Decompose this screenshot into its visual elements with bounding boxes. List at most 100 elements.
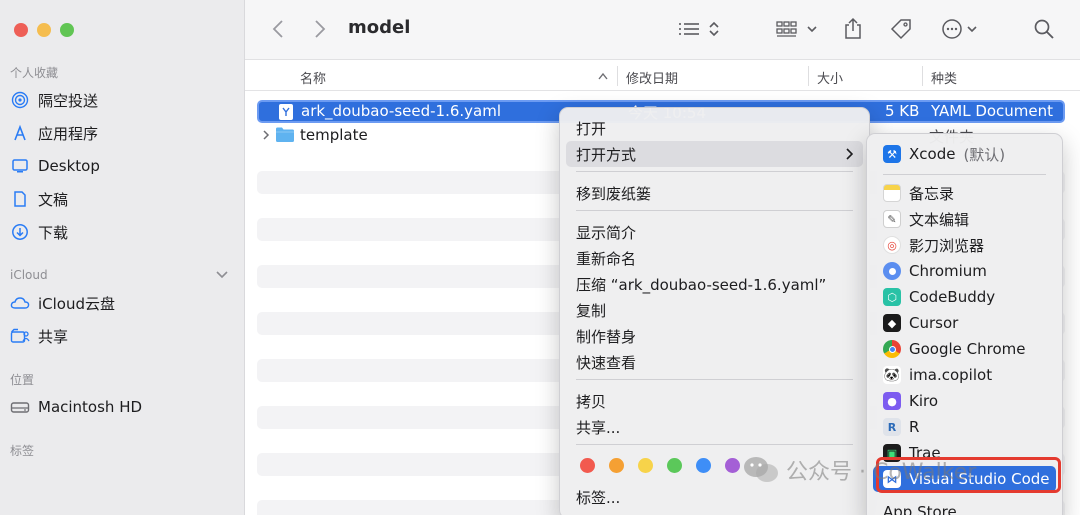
tag-color-blue[interactable] bbox=[696, 458, 711, 473]
forward-button[interactable] bbox=[307, 14, 333, 44]
folder-icon bbox=[276, 127, 294, 142]
submenu-item-app-store[interactable]: App Store... bbox=[873, 499, 1056, 515]
file-name: template bbox=[300, 126, 368, 144]
tag-color-yellow[interactable] bbox=[638, 458, 653, 473]
close-window-button[interactable] bbox=[14, 23, 28, 37]
submenu-item-kiro[interactable]: ● Kiro bbox=[873, 388, 1056, 414]
context-menu: 打开 打开方式 移到废纸篓 显示简介 重新命名 压缩 “ark_doubao-s… bbox=[559, 107, 870, 515]
menu-item-duplicate[interactable]: 复制 bbox=[566, 297, 863, 323]
toolbar: model bbox=[245, 0, 1080, 60]
app-name: 文本编辑 bbox=[909, 210, 970, 229]
column-kind[interactable]: 种类 bbox=[931, 68, 957, 87]
submenu-item-chromium[interactable]: Chromium bbox=[873, 258, 1056, 284]
column-name[interactable]: 名称 bbox=[300, 68, 326, 87]
submenu-item-yingdao-browser[interactable]: ◎ 影刀浏览器 bbox=[873, 232, 1056, 258]
column-size[interactable]: 大小 bbox=[817, 68, 843, 87]
submenu-item-textedit[interactable]: ✎ 文本编辑 bbox=[873, 206, 1056, 232]
menu-item-quick-look[interactable]: 快速查看 bbox=[566, 349, 863, 375]
tag-color-purple[interactable] bbox=[725, 458, 740, 473]
downloads-icon bbox=[10, 222, 30, 242]
sidebar-item-documents[interactable]: 文稿 bbox=[10, 186, 68, 212]
app-name: ima.copilot bbox=[909, 366, 993, 384]
r-icon: R bbox=[883, 418, 901, 436]
sidebar-item-label: 隔空投送 bbox=[38, 91, 99, 110]
icloud-icon bbox=[10, 293, 30, 313]
chevron-right-icon bbox=[846, 148, 853, 160]
menu-item-compress[interactable]: 压缩 “ark_doubao-seed-1.6.yaml” bbox=[566, 271, 863, 297]
menu-item-make-alias[interactable]: 制作替身 bbox=[566, 323, 863, 349]
tag-color-green[interactable] bbox=[667, 458, 682, 473]
sidebar-item-desktop[interactable]: Desktop bbox=[10, 153, 100, 179]
codebuddy-icon: ⬡ bbox=[883, 288, 901, 306]
submenu-item-notes[interactable]: 备忘录 bbox=[873, 180, 1056, 206]
view-options-button[interactable] bbox=[677, 14, 723, 44]
sidebar-item-icloud-drive[interactable]: iCloud云盘 bbox=[10, 290, 115, 316]
sidebar-item-label: 文稿 bbox=[38, 190, 69, 209]
search-button[interactable] bbox=[1031, 14, 1057, 44]
app-name: 备忘录 bbox=[909, 184, 955, 203]
chevron-down-icon[interactable] bbox=[214, 266, 230, 282]
menu-item-get-info[interactable]: 显示简介 bbox=[566, 219, 863, 245]
submenu-item-ima-copilot[interactable]: 🐼 ima.copilot bbox=[873, 362, 1056, 388]
tag-color-orange[interactable] bbox=[609, 458, 624, 473]
tag-icon bbox=[890, 19, 911, 40]
menu-item-rename[interactable]: 重新命名 bbox=[566, 245, 863, 271]
sidebar-item-label: Macintosh HD bbox=[38, 398, 143, 416]
back-button[interactable] bbox=[265, 14, 291, 44]
applications-icon bbox=[10, 123, 30, 143]
menu-item-label: 打开方式 bbox=[576, 145, 637, 164]
sidebar-item-downloads[interactable]: 下载 bbox=[10, 219, 68, 245]
app-name: Kiro bbox=[909, 392, 939, 410]
sidebar-item-label: Desktop bbox=[38, 157, 100, 175]
cursor-icon: ◆ bbox=[883, 314, 901, 332]
column-modified[interactable]: 修改日期 bbox=[626, 68, 678, 87]
tags-button[interactable] bbox=[888, 14, 914, 44]
share-button[interactable] bbox=[841, 14, 865, 44]
sidebar-item-label: 下载 bbox=[38, 223, 69, 242]
sort-ascending-icon bbox=[598, 72, 608, 80]
desktop-icon bbox=[10, 156, 30, 176]
submenu-item-cursor[interactable]: ◆ Cursor bbox=[873, 310, 1056, 336]
sidebar: 个人收藏 隔空投送 应用程序 Desktop 文稿 下载 iCloud iClo… bbox=[0, 0, 245, 515]
notes-icon bbox=[883, 184, 901, 202]
menu-item-open-with[interactable]: 打开方式 bbox=[566, 141, 863, 167]
column-header: 名称 修改日期 大小 种类 bbox=[245, 61, 1080, 91]
app-name: 影刀浏览器 bbox=[909, 236, 985, 255]
icloud-section-label: iCloud bbox=[10, 268, 48, 282]
sidebar-item-airdrop[interactable]: 隔空投送 bbox=[10, 87, 98, 113]
tag-color-red[interactable] bbox=[580, 458, 595, 473]
sidebar-item-shared[interactable]: 共享 bbox=[10, 323, 68, 349]
submenu-item-codebuddy[interactable]: ⬡ CodeBuddy bbox=[873, 284, 1056, 310]
sidebar-item-applications[interactable]: 应用程序 bbox=[10, 120, 98, 146]
disclosure-chevron-icon bbox=[263, 130, 270, 140]
highlight-box bbox=[876, 457, 1061, 493]
submenu-item-google-chrome[interactable]: Google Chrome bbox=[873, 336, 1056, 362]
minimize-window-button[interactable] bbox=[37, 23, 51, 37]
file-name: ark_doubao-seed-1.6.yaml bbox=[301, 102, 502, 120]
menu-item-tags[interactable]: 标签... bbox=[566, 484, 863, 510]
grid-icon bbox=[776, 21, 817, 37]
window-controls bbox=[14, 23, 74, 37]
menu-item-move-to-trash[interactable]: 移到废纸篓 bbox=[566, 180, 863, 206]
file-size: 5 KB bbox=[885, 102, 920, 120]
menu-item-copy[interactable]: 拷贝 bbox=[566, 388, 863, 414]
group-button[interactable] bbox=[775, 14, 823, 44]
ellipsis-circle-icon bbox=[942, 19, 977, 39]
chromium-icon bbox=[883, 262, 901, 280]
chevron-left-icon bbox=[272, 20, 283, 38]
action-menu-button[interactable] bbox=[941, 14, 981, 44]
app-name: Google Chrome bbox=[909, 340, 1026, 358]
kiro-icon: ● bbox=[883, 392, 901, 410]
submenu-item-r[interactable]: R R bbox=[873, 414, 1056, 440]
airdrop-icon bbox=[10, 90, 30, 110]
sidebar-item-macintosh-hd[interactable]: Macintosh HD bbox=[10, 394, 142, 420]
chevron-right-icon bbox=[315, 20, 326, 38]
submenu-item-xcode[interactable]: ⚒ Xcode (默认) bbox=[873, 141, 1056, 167]
menu-item-open[interactable]: 打开 bbox=[566, 115, 863, 141]
list-view-icon bbox=[679, 21, 719, 37]
zoom-window-button[interactable] bbox=[60, 23, 74, 37]
chrome-icon bbox=[883, 340, 901, 358]
sidebar-item-label: iCloud云盘 bbox=[38, 294, 116, 313]
menu-item-share[interactable]: 共享... bbox=[566, 414, 863, 440]
panda-icon: 🐼 bbox=[883, 366, 901, 384]
